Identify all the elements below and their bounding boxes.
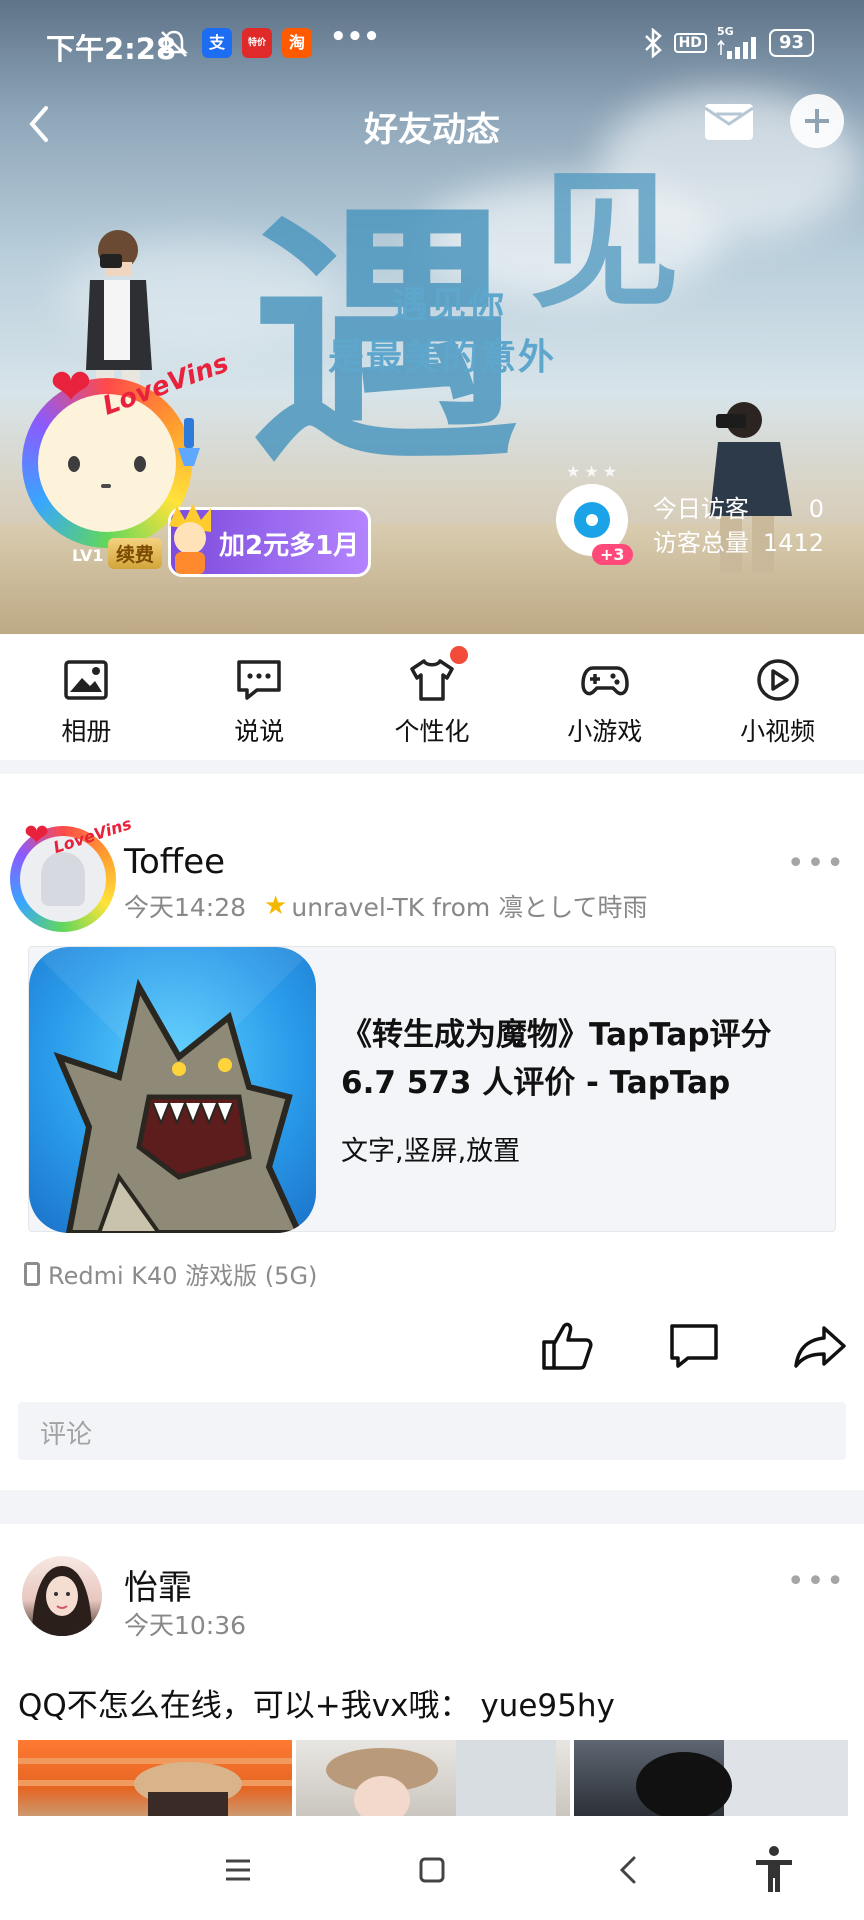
quick-menu: 相册 说说 个性化 小游戏 小视频 — [0, 634, 864, 760]
mute-bell-icon — [159, 30, 189, 57]
default-avatar-icon — [41, 852, 85, 906]
network-type: 5G — [716, 25, 734, 38]
device-info: Redmi K40 游戏版 (5G) — [24, 1256, 317, 1291]
quick-item-shuoshuo[interactable]: 说说 — [173, 634, 346, 760]
cover-line-2: 是最美的意外 — [328, 337, 557, 378]
more-options-icon[interactable]: ••• — [787, 1564, 846, 1599]
like-icon[interactable] — [540, 1318, 596, 1374]
post-avatar[interactable] — [22, 1556, 102, 1636]
total-visitors-value: 1412 — [762, 529, 824, 557]
heart-icon: ❤ — [50, 358, 92, 416]
post-time: 今天14:28 — [124, 893, 247, 922]
cartoon-kid-icon — [169, 504, 211, 574]
top-nav: 好友动态 — [0, 86, 864, 166]
album-icon — [64, 660, 109, 700]
vip-promo-text: 加2元多1月 — [219, 531, 360, 561]
heart-icon: ❤ — [24, 818, 50, 853]
post-photo-3[interactable] — [574, 1740, 848, 1820]
link-tags: 文字,竖屏,放置 — [341, 1136, 521, 1167]
more-notifications: ••• — [330, 22, 380, 52]
visitor-stars: ★★★ — [566, 462, 622, 481]
renew-button[interactable]: 续费 — [108, 538, 163, 569]
post-author[interactable]: Toffee — [124, 842, 225, 882]
comment-input[interactable]: 评论 — [18, 1402, 846, 1460]
post-meta: 今天14:28 ★ unravel-TK from 凛として時雨 — [124, 888, 647, 924]
brush-icon — [178, 418, 200, 466]
level-badge: LV1 — [72, 546, 104, 565]
signal-icon — [717, 37, 756, 59]
post-text: QQ不怎么在线，可以+我vx哦： yue95hy — [18, 1688, 615, 1724]
wolf-monster-image — [29, 947, 316, 1233]
quick-item-games[interactable]: 小游戏 — [518, 634, 691, 760]
battery-indicator: 93 — [768, 28, 814, 57]
vip-promo-button[interactable]: 加2元多1月 — [168, 504, 371, 577]
system-nav-bar — [0, 1816, 864, 1920]
post-source[interactable]: ★ unravel-TK from 凛として時雨 — [264, 888, 647, 924]
quick-label-personalize: 个性化 — [394, 717, 470, 746]
post-author[interactable]: 怡霏 — [124, 1560, 192, 1609]
quick-label-video: 小视频 — [740, 717, 816, 746]
post-photo-1[interactable] — [18, 1740, 292, 1820]
quick-item-album[interactable]: 相册 — [0, 634, 173, 760]
status-time: 下午2:28 — [46, 32, 177, 66]
comment-icon[interactable] — [666, 1318, 722, 1374]
visitor-stats[interactable]: 今日访客 0 访客总量 1412 — [653, 492, 824, 560]
device-name: Redmi K40 游戏版 (5G) — [48, 1262, 318, 1290]
taobao-notif-icon: 淘 — [282, 28, 312, 58]
photo-2-image — [326, 1740, 556, 1820]
section-divider — [0, 1490, 864, 1524]
post-photo-2[interactable] — [296, 1740, 570, 1820]
quick-item-personalize[interactable]: 个性化 — [346, 634, 519, 760]
notification-dot — [449, 646, 468, 664]
messages-icon[interactable] — [702, 94, 756, 148]
taptap-app-image — [29, 947, 316, 1233]
add-icon[interactable] — [790, 94, 844, 148]
phone-icon — [24, 1261, 40, 1286]
accessibility-icon[interactable] — [752, 1844, 796, 1894]
post-source-text: unravel-TK from 凛として時雨 — [291, 893, 648, 922]
quick-label-games: 小游戏 — [567, 717, 643, 746]
home-icon[interactable] — [412, 1850, 452, 1890]
shuoshuo-icon — [237, 660, 281, 700]
today-visitors-value: 0 — [808, 495, 824, 523]
visitor-new-badge: +3 — [592, 544, 633, 565]
cover-banner[interactable]: 遇 见 遇见你 是最美的意外 下午2:28 支 特价 淘 ••• HD 5G 9… — [0, 0, 864, 634]
alipay-notif-icon: 支 — [202, 28, 232, 58]
girl-portrait-image — [32, 1566, 92, 1636]
section-divider — [0, 760, 864, 774]
share-icon[interactable] — [792, 1318, 848, 1374]
total-visitors-label: 访客总量 — [652, 529, 749, 557]
menu-icon[interactable] — [218, 1850, 258, 1890]
music-star-icon: ★ — [264, 891, 288, 921]
gamepad-icon — [581, 666, 629, 696]
link-title: 《转生成为魔物》TapTap评分6.7 573 人评价 - TapTap — [341, 1017, 772, 1101]
bluetooth-icon — [644, 27, 662, 58]
photo-1-image — [18, 1758, 292, 1820]
quick-item-video[interactable]: 小视频 — [691, 634, 864, 760]
post-time: 今天10:36 — [124, 1611, 247, 1640]
tshirt-icon — [410, 659, 454, 701]
video-icon — [756, 659, 799, 701]
cover-line-1: 遇见你 — [392, 285, 507, 326]
more-options-icon[interactable]: ••• — [787, 846, 846, 881]
shop-notif-icon: 特价 — [242, 28, 272, 58]
back-icon[interactable] — [610, 1850, 650, 1890]
photo-3-image — [636, 1740, 848, 1820]
quick-label-shuoshuo: 说说 — [234, 717, 285, 746]
hd-badge: HD — [673, 32, 707, 53]
quick-label-album: 相册 — [61, 717, 112, 746]
status-bar: 下午2:28 支 特价 淘 ••• HD 5G 93 — [0, 0, 864, 86]
shared-link-card[interactable]: 《转生成为魔物》TapTap评分6.7 573 人评价 - TapTap 文字,… — [28, 946, 836, 1233]
today-visitors-label: 今日访客 — [652, 495, 749, 523]
